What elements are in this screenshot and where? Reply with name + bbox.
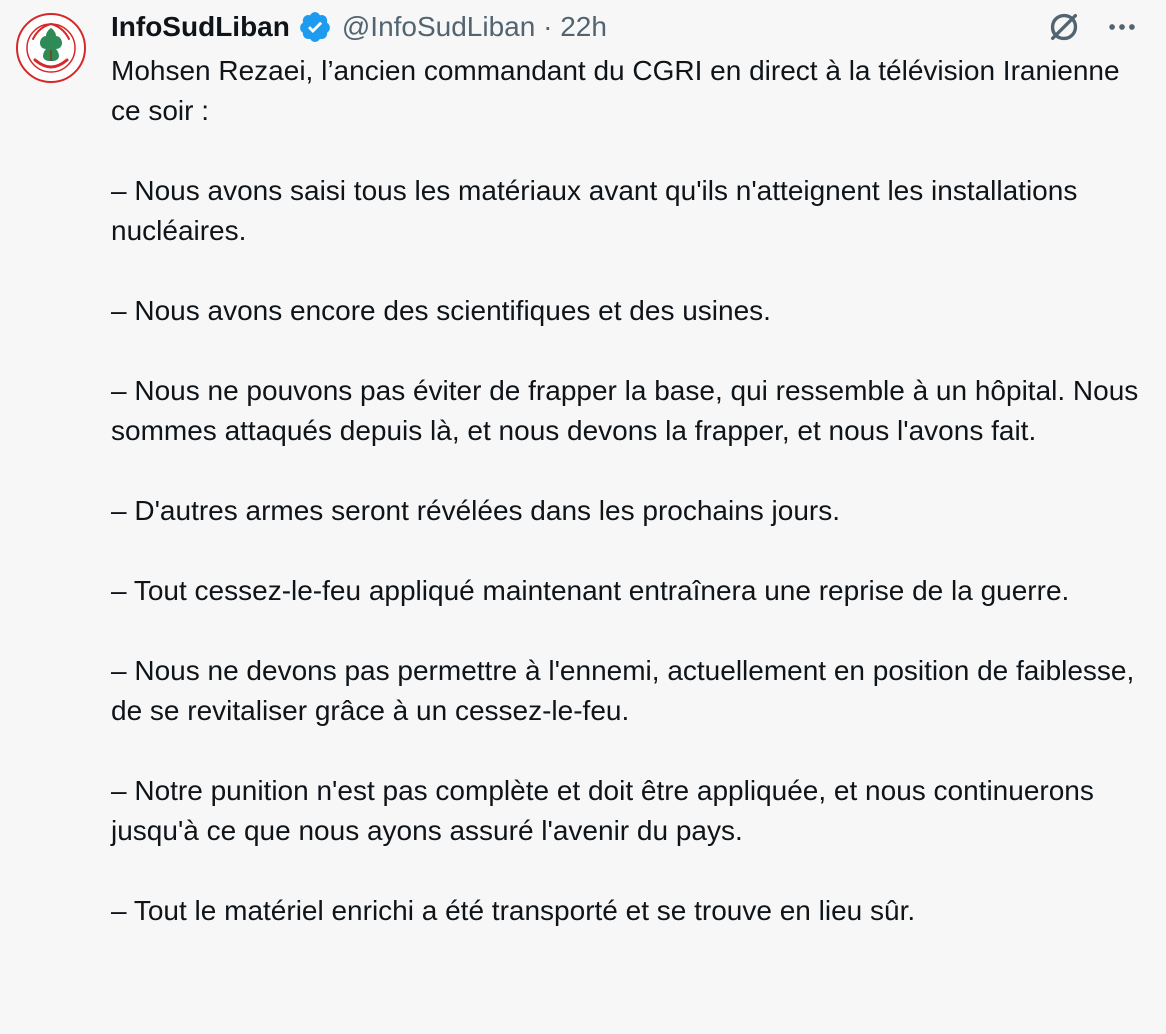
separator: · xyxy=(543,11,553,42)
tweet-paragraph: – Nous avons saisi tous les matériaux av… xyxy=(111,175,1078,246)
infosudliban-logo-icon xyxy=(16,13,86,83)
more-icon[interactable] xyxy=(1102,7,1142,47)
tweet-paragraph: – D'autres armes seront révélées dans le… xyxy=(111,495,841,526)
tweet-paragraph: – Nous avons encore des scientifiques et… xyxy=(111,295,771,326)
display-name[interactable]: InfoSudLiban xyxy=(111,11,290,43)
tweet-header: InfoSudLiban @InfoSudLiban · 22h xyxy=(111,7,1142,47)
tweet-paragraph: – Tout cessez-le-feu appliqué maintenant… xyxy=(111,575,1070,606)
tweet-paragraph: – Nous ne devons pas permettre à l'ennem… xyxy=(111,655,1135,726)
verified-badge-icon xyxy=(298,10,332,44)
avatar[interactable] xyxy=(15,8,87,88)
tweet-paragraph: – Notre punition n'est pas complète et d… xyxy=(111,775,1094,846)
handle[interactable]: @InfoSudLiban xyxy=(342,11,535,42)
grok-icon[interactable] xyxy=(1044,7,1084,47)
tweet-meta: @InfoSudLiban · 22h xyxy=(342,11,607,43)
header-actions xyxy=(1044,7,1142,47)
timestamp[interactable]: 22h xyxy=(560,11,607,42)
tweet-text: Mohsen Rezaei, l’ancien commandant du CG… xyxy=(111,51,1141,931)
tweet-paragraph: – Nous ne pouvons pas éviter de frapper … xyxy=(111,375,1139,446)
tweet-paragraph: Mohsen Rezaei, l’ancien commandant du CG… xyxy=(111,55,1120,126)
tweet-paragraph: – Tout le matériel enrichi a été transpo… xyxy=(111,895,916,926)
